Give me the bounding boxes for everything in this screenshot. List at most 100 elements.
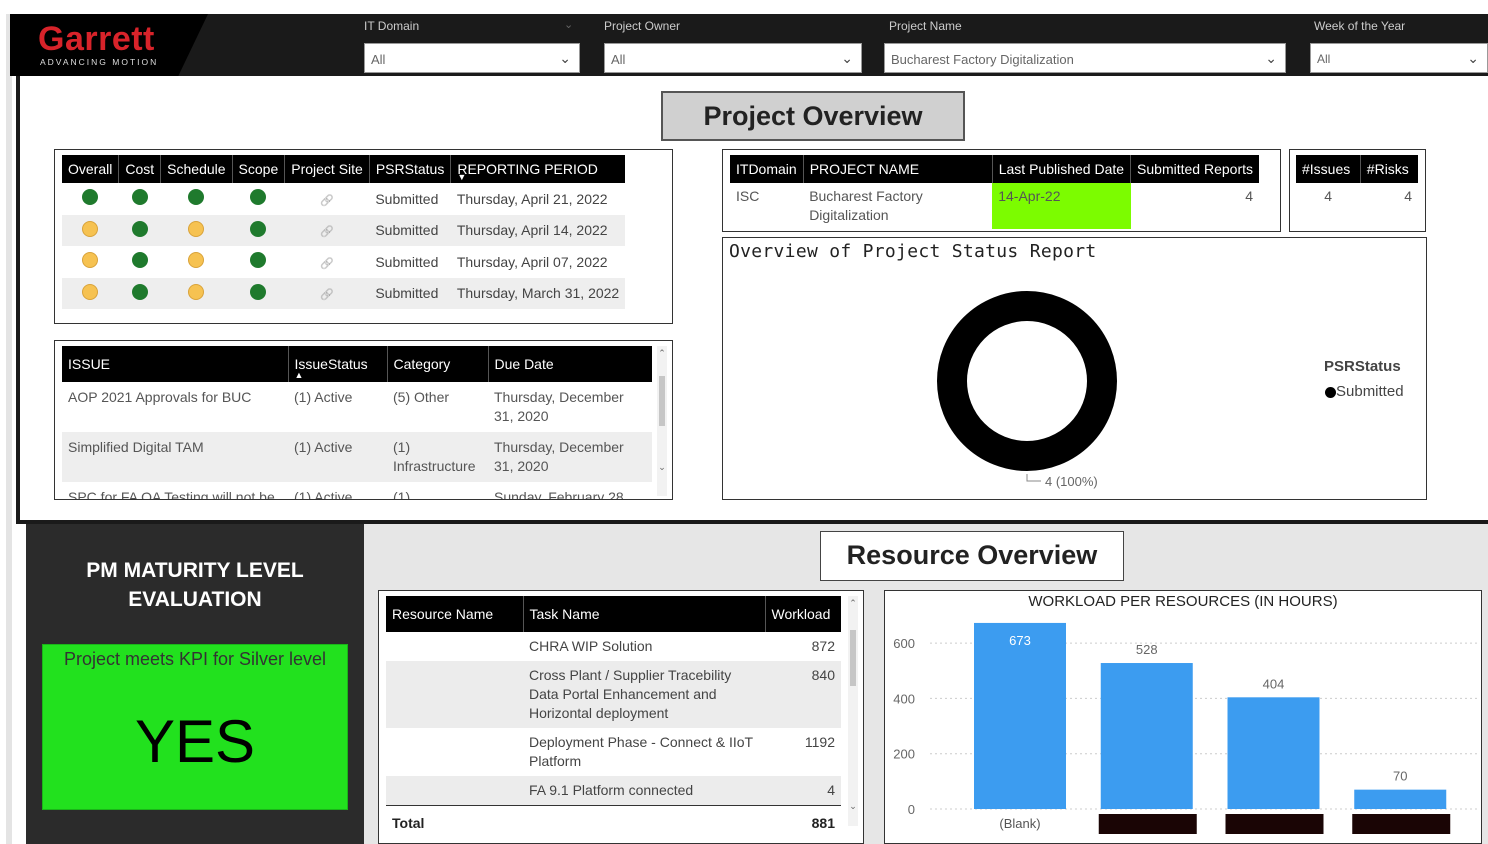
header-label: REPORTING PERIOD bbox=[457, 161, 598, 177]
workload-chart-panel: WORKLOAD PER RESOURCES (IN HOURS) 0 200 40… bbox=[884, 590, 1482, 844]
workload-bar[interactable] bbox=[1354, 789, 1447, 809]
col-resource-name[interactable]: Resource Name bbox=[386, 596, 524, 632]
col-schedule[interactable]: Schedule bbox=[160, 155, 233, 183]
resource-name-cell bbox=[386, 632, 523, 661]
left-edge bbox=[6, 14, 12, 844]
col-overall[interactable]: Overall bbox=[62, 155, 120, 183]
week-dropdown[interactable]: All ⌄ bbox=[1310, 43, 1488, 73]
col-submitted-reports[interactable]: Submitted Reports bbox=[1130, 155, 1259, 183]
chevron-down-icon: ⌄ bbox=[1265, 50, 1277, 66]
link-icon[interactable]: 🔗 bbox=[320, 195, 334, 207]
legend-item-submitted[interactable]: Submitted bbox=[1325, 383, 1404, 400]
col-reporting-period[interactable]: REPORTING PERIOD ▼ bbox=[450, 155, 626, 183]
table-row[interactable]: CHRA WIP Solution 872 bbox=[386, 632, 841, 661]
col-category[interactable]: Category bbox=[387, 346, 489, 382]
link-icon[interactable]: 🔗 bbox=[320, 289, 334, 301]
project-site-cell: 🔗 bbox=[284, 214, 370, 246]
cost-indicator-cell bbox=[118, 214, 161, 246]
link-icon[interactable]: 🔗 bbox=[320, 258, 334, 270]
table-row[interactable]: Simplified Digital TAM (1) Active (1) Infr… bbox=[62, 432, 652, 482]
psr-status-cell: Submitted bbox=[375, 253, 439, 270]
total-label: Total bbox=[386, 805, 523, 838]
slicer-label: Project Name bbox=[889, 19, 962, 33]
table-row[interactable]: SPC for FA QA Testing will not be (1) Act… bbox=[62, 482, 652, 500]
table-row: 🔗 Submitted Thursday, April 21, 2022 bbox=[62, 183, 625, 215]
category-cell: (5) Other bbox=[393, 389, 450, 405]
col-issues[interactable]: #Issues bbox=[1296, 155, 1361, 183]
schedule-indicator-cell bbox=[161, 246, 232, 278]
bar-data-label: 528 bbox=[1136, 642, 1158, 657]
project-name-dropdown[interactable]: Bucharest Factory Digitalization ⌄ bbox=[884, 43, 1286, 73]
workload-bar-chart: 0 200 400 600 673 (Blank) 528 404 70 bbox=[893, 622, 1477, 834]
reporting-period-cell: Thursday, April 14, 2022 bbox=[450, 214, 626, 246]
slicer-project-name: Project Name Bucharest Factory Digitaliz… bbox=[884, 14, 1286, 76]
slicer-label: Week of the Year bbox=[1314, 19, 1406, 33]
scroll-down-icon[interactable]: ⌄ bbox=[657, 462, 667, 473]
bar-data-label: 673 bbox=[1009, 633, 1031, 648]
it-domain-dropdown[interactable]: All ⌄ bbox=[364, 43, 580, 73]
schedule-indicator-cell bbox=[161, 183, 232, 215]
col-issue-status[interactable]: IssueStatus ▲ bbox=[288, 346, 388, 382]
psr-status-cell: Submitted bbox=[369, 277, 451, 309]
col-risks[interactable]: #Risks bbox=[1360, 155, 1418, 183]
link-icon[interactable]: 🔗 bbox=[320, 226, 334, 238]
scope-indicator-cell bbox=[232, 277, 285, 309]
donut-slice-submitted[interactable] bbox=[937, 291, 1117, 471]
last-published-cell: 14-Apr-22 bbox=[992, 183, 1131, 229]
table-row[interactable]: AOP 2021 Approvals for BUC (1) Active (5) … bbox=[62, 382, 652, 432]
col-last-published[interactable]: Last Published Date bbox=[992, 155, 1132, 183]
pm-maturity-title: PM MATURITY LEVEL EVALUATION bbox=[26, 556, 364, 614]
cost-indicator-cell bbox=[119, 246, 161, 278]
scroll-thumb[interactable] bbox=[850, 630, 856, 686]
status-dot-icon bbox=[82, 283, 99, 300]
task-name-cell: FA 9.1 Platform connected bbox=[523, 776, 765, 806]
task-name-cell: Deployment Phase - Connect & IIoT Platfo… bbox=[529, 734, 753, 769]
table-row[interactable]: Cross Plant / Supplier Tracebility Data … bbox=[386, 661, 841, 728]
cost-indicator-cell bbox=[119, 183, 161, 215]
col-workload[interactable]: Workload bbox=[765, 596, 841, 632]
col-project-site[interactable]: Project Site bbox=[284, 155, 370, 183]
due-date-cell: Thursday, December 31, 2020 bbox=[488, 432, 652, 482]
issue-cell: Simplified Digital TAM bbox=[62, 432, 288, 482]
project-owner-dropdown[interactable]: All ⌄ bbox=[604, 43, 862, 73]
scroll-down-icon[interactable]: ⌄ bbox=[848, 801, 858, 812]
col-due-date[interactable]: Due Date bbox=[488, 346, 652, 382]
scroll-up-icon[interactable]: ⌃ bbox=[657, 348, 667, 359]
col-project-name[interactable]: PROJECT NAME bbox=[803, 155, 993, 183]
project-site-cell: 🔗 bbox=[285, 246, 370, 278]
bar-data-label: 404 bbox=[1263, 676, 1285, 691]
col-cost[interactable]: Cost bbox=[118, 155, 162, 183]
kpi-card: Project meets KPI for Silver level YES bbox=[42, 644, 348, 810]
total-row: Total 881 bbox=[386, 805, 841, 838]
workload-bar[interactable] bbox=[974, 622, 1066, 809]
col-it-domain[interactable]: ITDomain bbox=[730, 155, 804, 183]
chevron-down-icon[interactable]: ⌄ bbox=[564, 18, 573, 31]
reporting-period-cell: Thursday, April 07, 2022 bbox=[456, 253, 608, 270]
category-cell: (1) Infrastructure bbox=[387, 432, 488, 482]
issues-scrollbar[interactable]: ⌃ ⌄ bbox=[657, 346, 667, 496]
slicer-label: Project Owner bbox=[604, 19, 681, 33]
scope-indicator-cell bbox=[232, 214, 285, 246]
workload-bar[interactable] bbox=[1227, 697, 1320, 809]
workload-cell: 840 bbox=[765, 661, 841, 728]
table-row[interactable]: Deployment Phase - Connect & IIoT Platfo… bbox=[386, 728, 841, 776]
brand-name: Garrett bbox=[38, 20, 155, 58]
header-label: IssueStatus bbox=[294, 356, 368, 372]
table-row[interactable]: FA 9.1 Platform connected 4 bbox=[386, 776, 841, 806]
resource-scrollbar[interactable]: ⌃ ⌄ bbox=[848, 596, 858, 826]
slicer-week: Week of the Year All ⌄ bbox=[1310, 14, 1488, 76]
workload-cell: 4 bbox=[765, 776, 841, 806]
workload-bar[interactable] bbox=[1100, 663, 1193, 809]
scroll-up-icon[interactable]: ⌃ bbox=[848, 598, 858, 609]
pm-title-line2: EVALUATION bbox=[128, 588, 262, 611]
col-issue[interactable]: ISSUE bbox=[62, 346, 289, 382]
issue-cell: SPC for FA QA Testing will not be bbox=[68, 489, 275, 500]
col-task-name[interactable]: Task Name bbox=[523, 596, 766, 632]
scroll-thumb[interactable] bbox=[659, 376, 665, 426]
status-dot-icon bbox=[250, 189, 267, 206]
col-psr-status[interactable]: PSRStatus bbox=[369, 155, 452, 183]
bar-data-label: 70 bbox=[1393, 769, 1407, 784]
slicer-it-domain: IT Domain ⌄ All ⌄ bbox=[364, 14, 580, 76]
col-scope[interactable]: Scope bbox=[232, 155, 286, 183]
psr-table-panel: Overall Cost Schedule Scope Project Site… bbox=[54, 149, 673, 324]
